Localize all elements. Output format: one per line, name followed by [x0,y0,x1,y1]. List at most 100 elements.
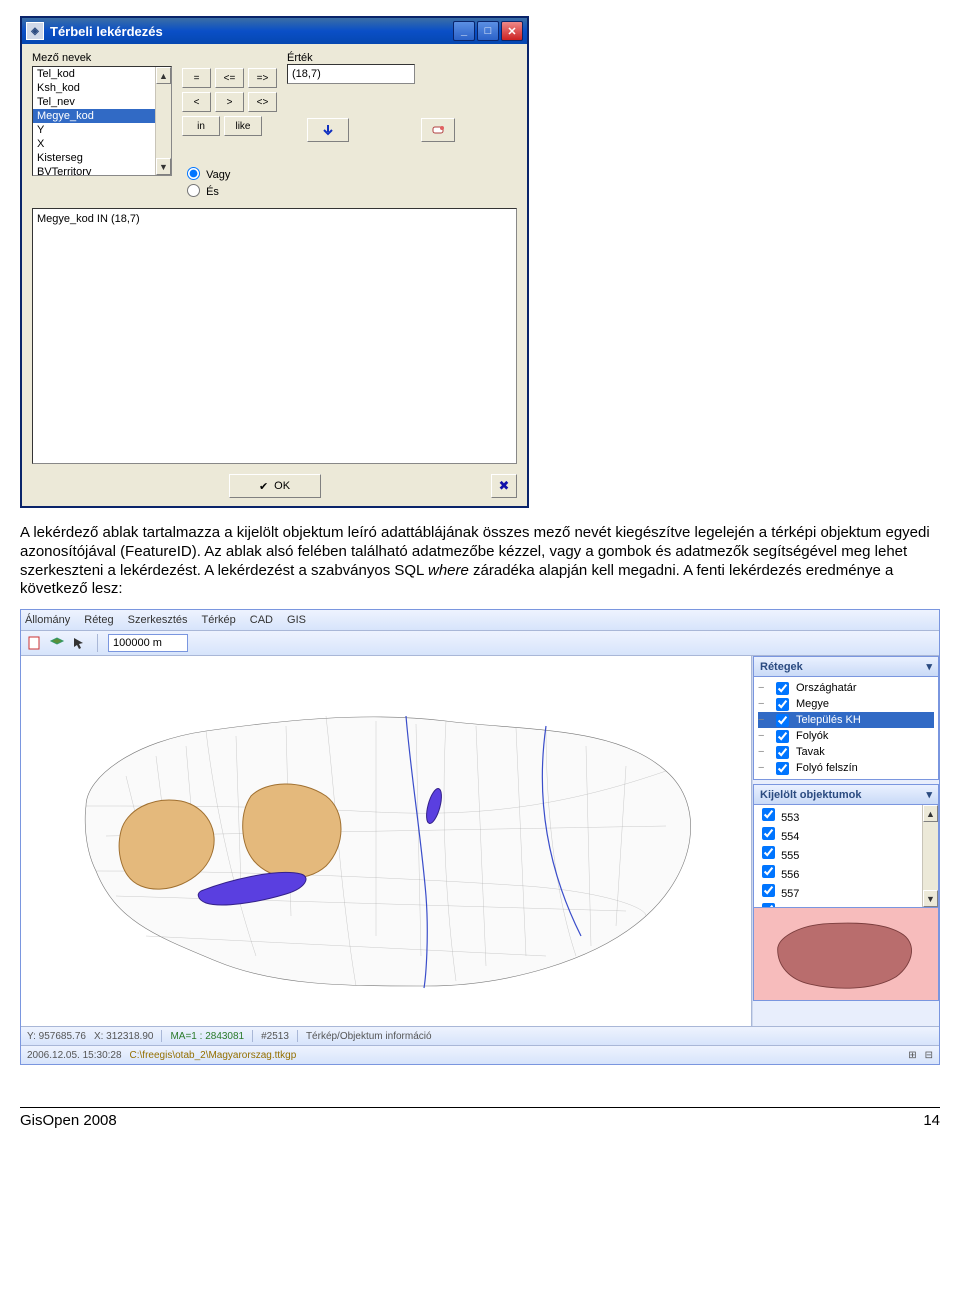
object-row[interactable]: 555 [754,843,938,862]
menu-item[interactable]: Réteg [84,614,113,626]
zoom-out-icon[interactable]: ⊟ [925,1050,933,1061]
collapse-icon[interactable]: ▾ [926,788,932,801]
layer-name: Település KH [796,714,861,726]
tool-bar[interactable]: 100000 m [21,631,939,656]
layers-panel-header[interactable]: Rétegek ▾ [753,656,939,677]
object-checkbox[interactable] [762,846,775,859]
page-footer: GisOpen 2008 14 [20,1107,940,1129]
gis-window: Állomány Réteg Szerkesztés Térkép CAD GIS 100… [20,609,940,1065]
object-row[interactable]: 554 [754,824,938,843]
object-checkbox[interactable] [762,903,775,908]
fields-listbox[interactable]: Tel_kodKsh_kodTel_nevMegye_kodYXKisterse… [32,66,172,176]
field-item[interactable]: Y [33,123,171,137]
footer-page-number: 14 [923,1112,940,1129]
layers-list[interactable]: − Országhatár− Megye− Település KH− Foly… [753,677,939,780]
layer-checkbox[interactable] [776,730,789,743]
operator-button[interactable]: > [215,92,244,112]
radio-vagy[interactable]: Vagy [182,164,277,181]
object-checkbox[interactable] [762,827,775,840]
layer-checkbox[interactable] [776,746,789,759]
ok-button[interactable]: ✔ OK [229,474,321,498]
layer-row[interactable]: − Település KH [758,712,934,728]
add-condition-button[interactable] [307,118,349,142]
objects-scrollbar[interactable]: ▲ ▼ [922,805,938,907]
expand-icon[interactable]: − [758,714,768,726]
operator-button[interactable]: = [182,68,211,88]
layer-row[interactable]: − Országhatár [758,680,934,696]
layer-row[interactable]: − Folyók [758,728,934,744]
object-checkbox[interactable] [762,884,775,897]
layer-checkbox[interactable] [776,682,789,695]
collapse-icon[interactable]: ▾ [926,660,932,673]
field-item[interactable]: Kisterseg [33,151,171,165]
maximize-button[interactable]: □ [477,21,499,41]
layer-row[interactable]: − Megye [758,696,934,712]
layer-row[interactable]: − Tavak [758,744,934,760]
layer-checkbox[interactable] [776,714,789,727]
cancel-button[interactable]: ✖ [491,474,517,498]
clear-button[interactable] [421,118,455,142]
object-id: 553 [781,812,799,824]
operator-button[interactable]: <> [248,92,277,112]
expand-icon[interactable]: − [758,746,768,758]
field-item[interactable]: Tel_nev [33,95,171,109]
menu-item[interactable]: Szerkesztés [128,614,188,626]
operator-button[interactable]: <= [215,68,244,88]
select-icon[interactable] [71,635,87,651]
object-id: 555 [781,850,799,862]
value-input[interactable] [287,64,415,84]
object-row[interactable]: 557 [754,881,938,900]
scroll-down-button[interactable]: ▼ [156,158,171,175]
menu-item[interactable]: GIS [287,614,306,626]
scroll-down-button[interactable]: ▼ [923,890,938,907]
operator-buttons: =<==> <><> inlike [182,68,277,136]
operator-button[interactable]: like [224,116,262,136]
cancel-x-icon: ✖ [499,478,510,494]
expand-icon[interactable]: − [758,730,768,742]
field-item[interactable]: BVTerritory [33,165,171,176]
objects-list[interactable]: 553 554 555 556 557 558 559 560 ▲ ▼ [753,805,939,908]
expand-icon[interactable]: − [758,682,768,694]
object-row[interactable]: 553 [754,805,938,824]
check-icon: ✔ [259,480,268,493]
layer-checkbox[interactable] [776,762,789,775]
menu-item[interactable]: Állomány [25,614,70,626]
map-canvas[interactable] [21,656,752,1026]
close-button[interactable]: ✕ [501,21,523,41]
layer-checkbox[interactable] [776,698,789,711]
operator-button[interactable]: in [182,116,220,136]
expand-icon[interactable]: − [758,762,768,774]
scroll-up-button[interactable]: ▲ [156,67,171,84]
menu-item[interactable]: CAD [250,614,273,626]
body-paragraph: A lekérdező ablak tartalmazza a kijelölt… [20,524,940,599]
operator-button[interactable]: => [248,68,277,88]
field-item[interactable]: Ksh_kod [33,81,171,95]
menu-item[interactable]: Térkép [202,614,236,626]
expand-icon[interactable]: − [758,698,768,710]
object-id: 558 [781,907,799,908]
object-checkbox[interactable] [762,808,775,821]
operator-button[interactable]: < [182,92,211,112]
scale-input[interactable]: 100000 m [108,634,188,652]
layers-icon[interactable] [49,635,65,651]
list-scrollbar[interactable]: ▲ ▼ [155,67,171,175]
scroll-up-button[interactable]: ▲ [923,805,938,822]
field-item[interactable]: Tel_kod [33,67,171,81]
field-item[interactable]: Megye_kod [33,109,171,123]
menu-bar[interactable]: Állomány Réteg Szerkesztés Térkép CAD GIS [21,610,939,631]
layer-row[interactable]: − Folyó felszín [758,760,934,776]
layer-name: Megye [796,698,829,710]
radio-es[interactable]: És [182,181,277,198]
object-row[interactable]: 558 [754,900,938,908]
object-row[interactable]: 556 [754,862,938,881]
dialog-titlebar[interactable]: ◈ Térbeli lekérdezés _ □ ✕ [22,18,527,44]
zoom-in-icon[interactable]: ⊞ [908,1050,916,1061]
value-label: Érték [287,52,517,64]
overview-map[interactable] [753,908,939,1001]
query-textbox[interactable]: Megye_kod IN (18,7) [32,208,517,464]
field-item[interactable]: X [33,137,171,151]
object-checkbox[interactable] [762,865,775,878]
objects-panel-header[interactable]: Kijelölt objektumok ▾ [753,784,939,805]
new-icon[interactable] [27,635,43,651]
minimize-button[interactable]: _ [453,21,475,41]
